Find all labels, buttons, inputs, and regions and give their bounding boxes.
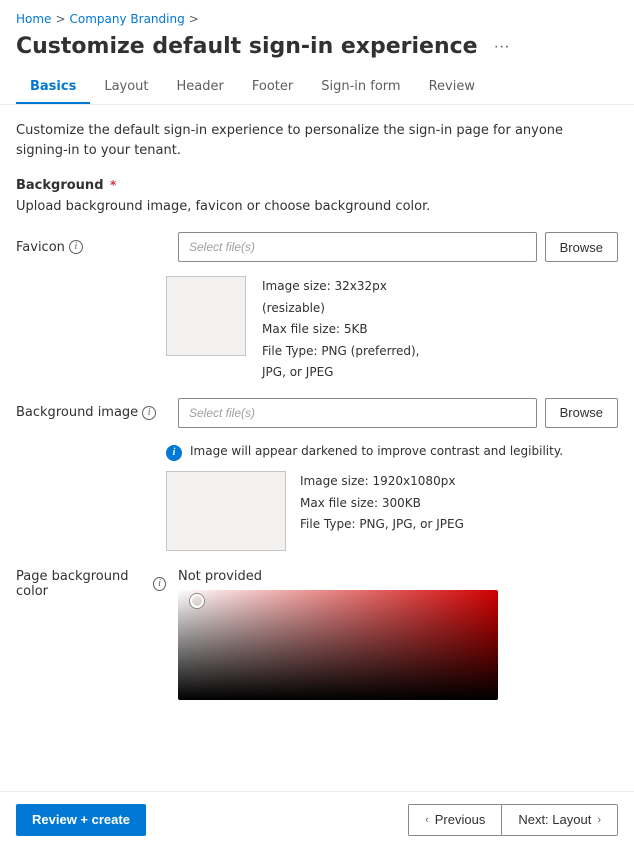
color-section: Not provided <box>178 569 498 700</box>
next-label: Next: Layout <box>518 812 591 827</box>
favicon-file-input[interactable] <box>178 232 537 262</box>
background-image-file-input[interactable] <box>178 398 537 428</box>
favicon-input-group: Browse <box>178 232 618 262</box>
breadcrumb-sep2: > <box>189 12 199 26</box>
page-background-color-label: Page background color i <box>16 569 166 599</box>
bg-image-row: Image size: 1920x1080px Max file size: 3… <box>166 471 618 551</box>
info-circle-icon: i <box>166 445 182 461</box>
tab-sign-in-form[interactable]: Sign-in form <box>307 71 414 104</box>
previous-label: Previous <box>435 812 486 827</box>
background-image-info: Image size: 1920x1080px Max file size: 3… <box>300 471 464 536</box>
breadcrumb-company-branding[interactable]: Company Branding <box>70 12 185 26</box>
breadcrumb: Home > Company Branding > <box>0 0 634 30</box>
page-title-row: Customize default sign-in experience ··· <box>0 30 634 71</box>
chevron-right-icon: › <box>597 814 601 826</box>
background-image-label: Background image i <box>16 405 166 420</box>
page-title: Customize default sign-in experience <box>16 34 478 59</box>
gradient-black-overlay <box>178 590 498 700</box>
breadcrumb-home[interactable]: Home <box>16 12 51 26</box>
footer-bar: Review + create ‹ Previous Next: Layout … <box>0 791 634 847</box>
page-background-color-row: Page background color i Not provided <box>0 559 634 710</box>
favicon-image-info: Image size: 32x32px (resizable) Max file… <box>262 276 420 384</box>
nav-button-group: ‹ Previous Next: Layout › <box>408 804 618 836</box>
upload-instruction: Upload background image, favicon or choo… <box>0 197 634 226</box>
background-image-browse-button[interactable]: Browse <box>545 398 618 428</box>
color-picker-circle[interactable] <box>190 594 204 608</box>
ellipsis-button[interactable]: ··· <box>488 36 516 58</box>
description-text: Customize the default sign-in experience… <box>0 117 634 172</box>
previous-button[interactable]: ‹ Previous <box>409 805 501 835</box>
tab-review[interactable]: Review <box>415 71 489 104</box>
background-image-input-group: Browse <box>178 398 618 428</box>
page-bg-color-info-icon[interactable]: i <box>153 577 166 591</box>
chevron-left-icon: ‹ <box>425 814 429 826</box>
breadcrumb-sep1: > <box>55 12 65 26</box>
tab-footer[interactable]: Footer <box>238 71 307 104</box>
color-gradient-bg <box>178 590 498 700</box>
favicon-field-row: Favicon i Browse <box>0 226 634 268</box>
required-asterisk: * <box>110 178 116 192</box>
favicon-preview-box <box>166 276 246 356</box>
tab-basics[interactable]: Basics <box>16 71 90 104</box>
favicon-browse-button[interactable]: Browse <box>545 232 618 262</box>
tab-layout[interactable]: Layout <box>90 71 162 104</box>
tab-header[interactable]: Header <box>163 71 238 104</box>
review-create-button[interactable]: Review + create <box>16 804 146 836</box>
tab-bar: Basics Layout Header Footer Sign-in form… <box>0 71 634 105</box>
background-image-preview-box <box>166 471 286 551</box>
info-banner-text: Image will appear darkened to improve co… <box>190 444 563 458</box>
background-section-title: Background * <box>0 172 634 197</box>
favicon-info-icon[interactable]: i <box>69 240 83 254</box>
not-provided-text: Not provided <box>178 569 498 584</box>
background-image-field-row: Background image i Browse <box>0 392 634 434</box>
info-banner: i Image will appear darkened to improve … <box>166 442 618 463</box>
favicon-label: Favicon i <box>16 240 166 255</box>
background-image-preview-area: i Image will appear darkened to improve … <box>0 434 634 559</box>
background-image-info-icon[interactable]: i <box>142 406 156 420</box>
color-picker[interactable] <box>178 590 498 700</box>
next-button[interactable]: Next: Layout › <box>502 805 617 835</box>
favicon-preview-area: Image size: 32x32px (resizable) Max file… <box>0 268 634 392</box>
